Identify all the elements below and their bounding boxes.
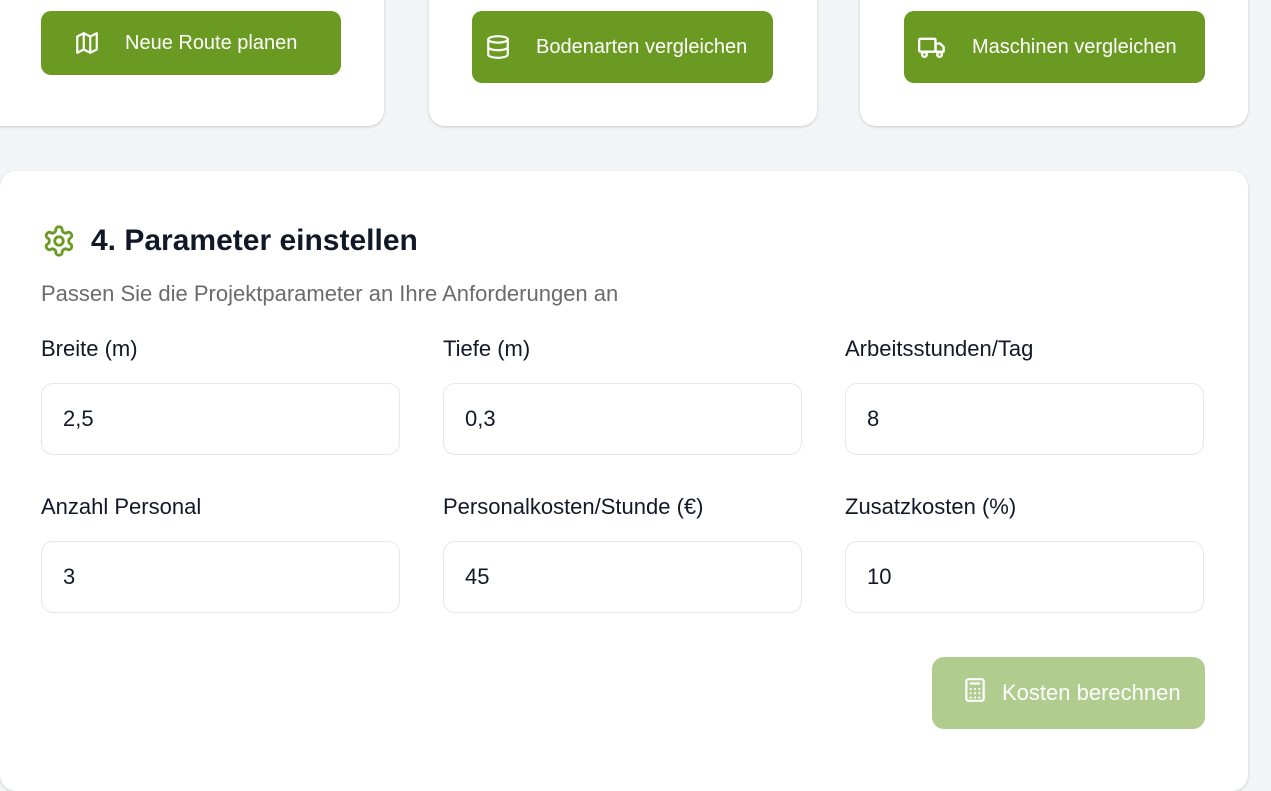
calculate-costs-label: Kosten berechnen xyxy=(1002,680,1181,705)
calculate-costs-button[interactable]: Kosten berechnen xyxy=(932,657,1205,729)
section-title: 4. Parameter einstellen xyxy=(91,224,418,257)
machines-card: Maschinen vergleichen xyxy=(860,0,1248,126)
field-zusatzkosten: Zusatzkosten (%) xyxy=(845,493,1205,613)
compare-machines-button[interactable]: Maschinen vergleichen xyxy=(904,11,1205,83)
section-subtitle: Passen Sie die Projektparameter an Ihre … xyxy=(41,281,619,306)
personal-input[interactable] xyxy=(41,541,400,613)
compare-soil-label: Bodenarten vergleichen xyxy=(536,35,748,58)
field-breite: Breite (m) xyxy=(41,335,401,455)
breite-label: Breite (m) xyxy=(41,336,138,361)
soil-card: Bodenarten vergleichen xyxy=(429,0,817,126)
compare-soil-button[interactable]: Bodenarten vergleichen xyxy=(472,11,773,83)
calculator-icon xyxy=(962,677,988,709)
breite-input[interactable] xyxy=(41,383,400,455)
database-icon xyxy=(484,33,512,61)
section-header: 4. Parameter einstellen xyxy=(41,223,418,259)
truck-icon xyxy=(918,33,946,61)
map-icon xyxy=(73,29,101,57)
personalkosten-input[interactable] xyxy=(443,541,802,613)
zusatzkosten-input[interactable] xyxy=(845,541,1204,613)
route-card: Neue Route planen xyxy=(0,0,384,126)
arbeitsstunden-input[interactable] xyxy=(845,383,1204,455)
field-personalkosten: Personalkosten/Stunde (€) xyxy=(443,493,803,613)
new-route-button[interactable]: Neue Route planen xyxy=(41,11,341,75)
field-personal: Anzahl Personal xyxy=(41,493,401,613)
field-arbeitsstunden: Arbeitsstunden/Tag xyxy=(845,335,1205,455)
personalkosten-label: Personalkosten/Stunde (€) xyxy=(443,494,704,519)
gear-icon xyxy=(41,223,77,259)
tiefe-label: Tiefe (m) xyxy=(443,336,531,361)
parameters-card: 4. Parameter einstellen Passen Sie die P… xyxy=(0,171,1248,791)
personal-label: Anzahl Personal xyxy=(41,494,202,519)
compare-machines-label: Maschinen vergleichen xyxy=(972,35,1177,58)
zusatzkosten-label: Zusatzkosten (%) xyxy=(845,494,1017,519)
field-tiefe: Tiefe (m) xyxy=(443,335,803,455)
tiefe-input[interactable] xyxy=(443,383,802,455)
new-route-label: Neue Route planen xyxy=(125,31,298,54)
arbeitsstunden-label: Arbeitsstunden/Tag xyxy=(845,336,1034,361)
